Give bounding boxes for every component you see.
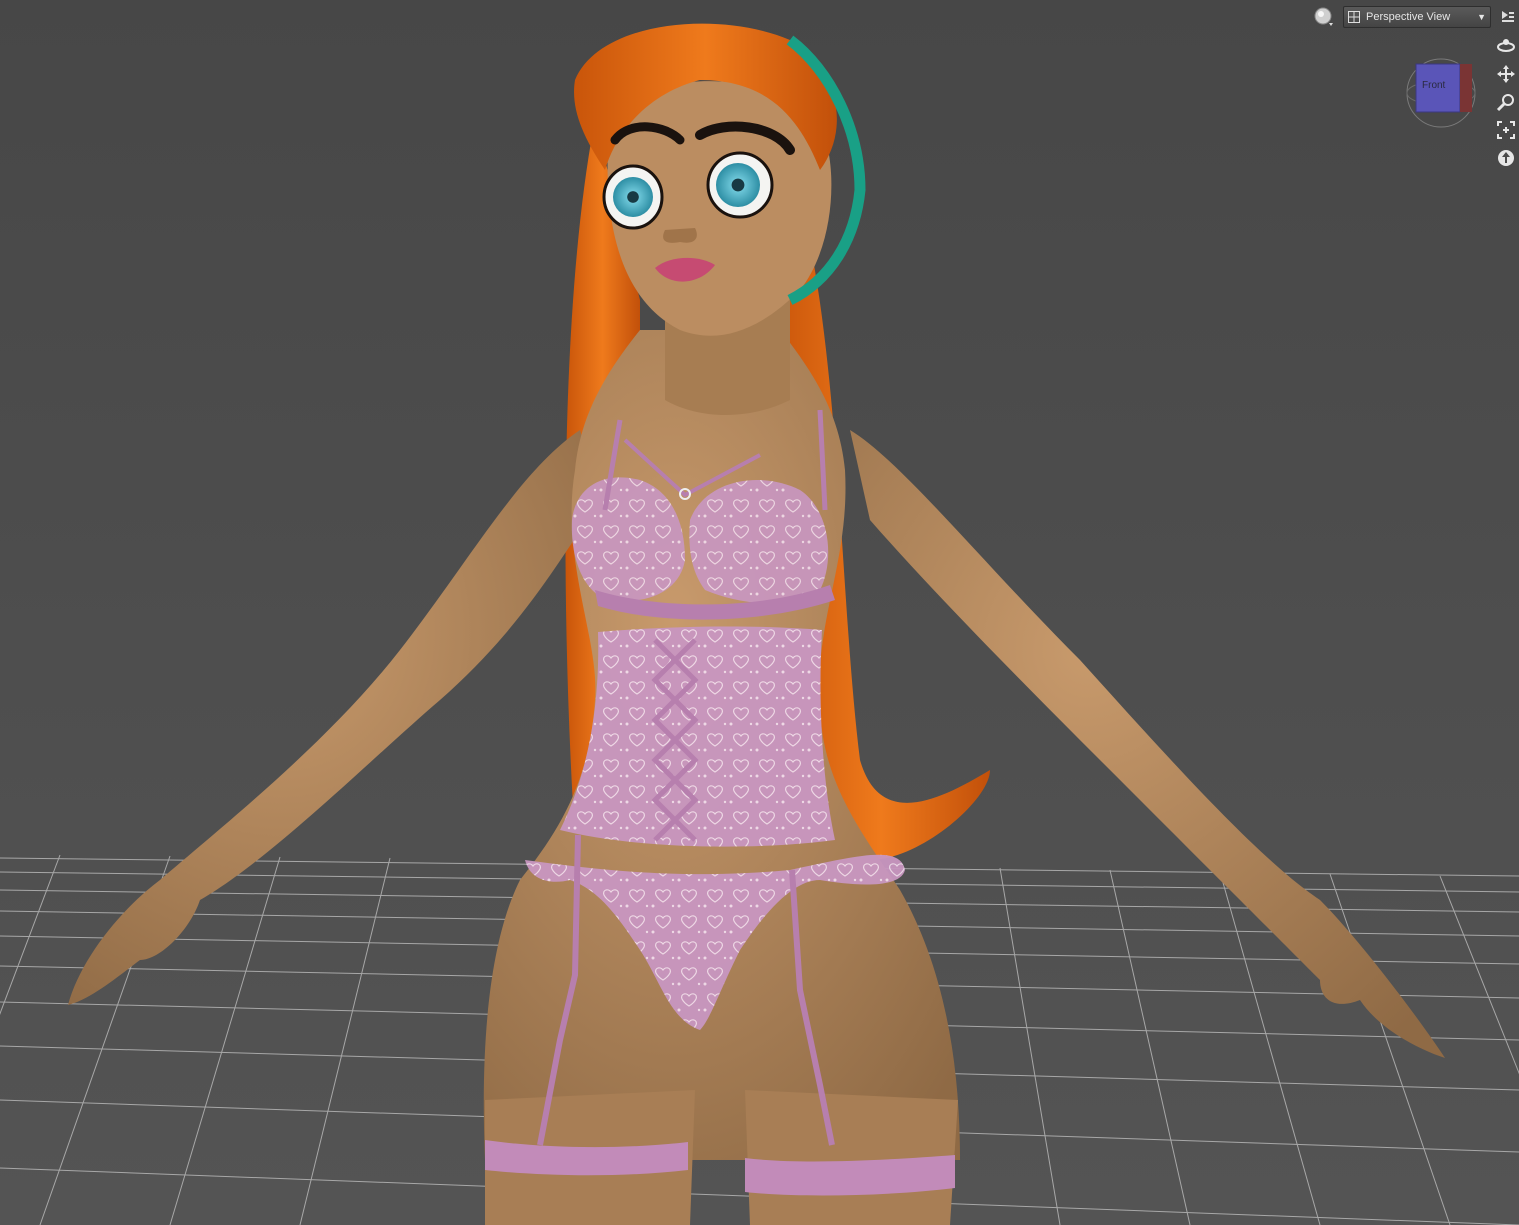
viewport-menu-button[interactable] — [1497, 6, 1519, 28]
corset — [560, 626, 835, 847]
frame-button[interactable] — [1494, 118, 1518, 142]
viewport-toolbar: Perspective View ▼ — [1311, 4, 1519, 30]
pan-icon — [1497, 65, 1515, 83]
pan-button[interactable] — [1494, 62, 1518, 86]
viewport-navigation-tools — [1494, 34, 1518, 170]
3d-viewport[interactable]: Perspective View ▼ Front — [0, 0, 1519, 1225]
viewport-scene[interactable] — [0, 0, 1519, 1225]
sphere-render-icon — [1314, 7, 1333, 26]
right-thigh-band — [745, 1155, 955, 1196]
view-select-dropdown[interactable]: Perspective View ▼ — [1343, 6, 1491, 28]
orbit-icon — [1497, 39, 1515, 52]
frame-icon — [1497, 121, 1515, 139]
zoom-icon — [1496, 94, 1514, 112]
view-cube-face-label: Front — [1422, 80, 1446, 91]
reset-icon — [1498, 150, 1514, 166]
viewport-menu-icon — [1502, 11, 1514, 22]
view-cube[interactable]: Front — [1404, 56, 1478, 130]
zoom-button[interactable] — [1494, 90, 1518, 114]
render-mode-button[interactable] — [1311, 5, 1337, 29]
orbit-button[interactable] — [1494, 34, 1518, 58]
view-select-label: Perspective View — [1366, 11, 1451, 23]
chevron-down-icon: ▼ — [1477, 12, 1486, 22]
reset-view-button[interactable] — [1494, 146, 1518, 170]
grid-icon — [1348, 11, 1360, 23]
